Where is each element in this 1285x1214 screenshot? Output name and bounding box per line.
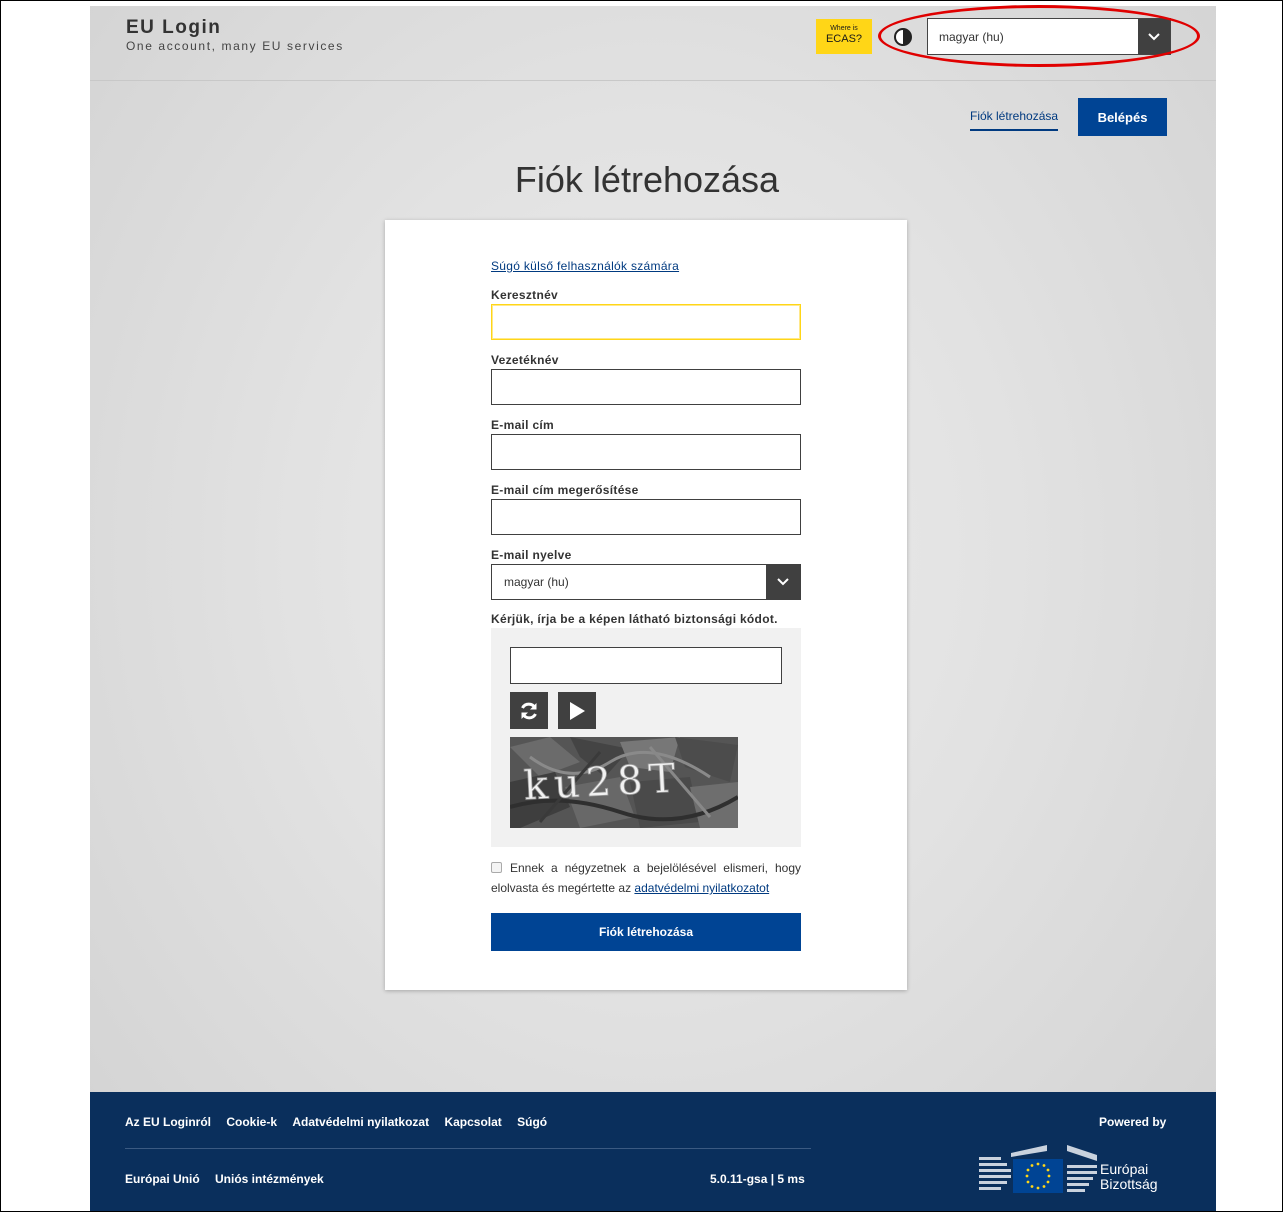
- email-language-select[interactable]: magyar (hu): [491, 564, 801, 600]
- last-name-label: Vezetéknév: [491, 353, 559, 367]
- registration-card: Súgó külső felhasználók számára Keresztn…: [385, 220, 907, 990]
- chevron-down-icon[interactable]: [1138, 19, 1170, 54]
- powered-by-label: Powered by: [1099, 1115, 1167, 1129]
- refresh-captcha-button[interactable]: [510, 692, 548, 729]
- footer-links-top: Az EU Loginról Cookie-k Adatvédelmi nyil…: [125, 1115, 559, 1129]
- ecas-small-text: Where is: [830, 25, 858, 32]
- footer-link-about[interactable]: Az EU Loginról: [125, 1115, 211, 1129]
- ec-name-line1: Európai: [1100, 1161, 1149, 1177]
- ec-name-line2: Bizottság: [1100, 1176, 1158, 1192]
- last-name-input[interactable]: [491, 369, 801, 405]
- footer-link-contact[interactable]: Kapcsolat: [444, 1115, 501, 1129]
- brand-subtitle: One account, many EU services: [126, 39, 344, 53]
- captcha-label: Kérjük, írja be a képen látható biztonsá…: [491, 612, 778, 626]
- site-footer: Az EU Loginról Cookie-k Adatvédelmi nyil…: [90, 1092, 1216, 1211]
- email-input[interactable]: [491, 434, 801, 470]
- captcha-panel: ku28T: [491, 628, 801, 847]
- nav-login-button[interactable]: Belépés: [1078, 98, 1167, 136]
- ec-name: Európai Bizottság: [1100, 1162, 1158, 1192]
- chevron-down-icon[interactable]: [766, 565, 800, 599]
- footer-link-cookies[interactable]: Cookie-k: [226, 1115, 277, 1129]
- where-is-ecas-button[interactable]: Where is ECAS?: [816, 19, 872, 54]
- captcha-text: ku28T: [523, 755, 683, 809]
- email-label: E-mail cím: [491, 418, 555, 432]
- privacy-consent: Ennek a négyzetnek a bejelölésével elism…: [491, 858, 801, 898]
- footer-link-help[interactable]: Súgó: [517, 1115, 547, 1129]
- footer-link-privacy[interactable]: Adatvédelmi nyilatkozat: [292, 1115, 429, 1129]
- first-name-input[interactable]: [491, 304, 801, 340]
- nav-create-account-link[interactable]: Fiók létrehozása: [970, 109, 1059, 131]
- brand[interactable]: EU Login One account, many EU services: [126, 17, 344, 53]
- create-account-button[interactable]: Fiók létrehozása: [491, 913, 801, 951]
- email-language-value: magyar (hu): [504, 575, 569, 589]
- page-title: Fiók létrehozása: [514, 159, 780, 200]
- privacy-statement-link[interactable]: adatvédelmi nyilatkozatot: [634, 881, 769, 895]
- contrast-toggle-icon[interactable]: [894, 28, 912, 46]
- ecas-big-text: ECAS?: [825, 33, 863, 45]
- captcha-input[interactable]: [510, 647, 782, 684]
- refresh-icon: [521, 702, 537, 719]
- brand-title: EU Login: [126, 17, 222, 38]
- email-language-label: E-mail nyelve: [491, 548, 572, 562]
- language-select-value: magyar (hu): [939, 30, 1004, 44]
- email-confirm-input[interactable]: [491, 499, 801, 535]
- footer-link-european-union[interactable]: Európai Unió: [125, 1172, 200, 1186]
- play-audio-captcha-button[interactable]: [558, 692, 596, 729]
- footer-links-bottom: Európai Unió Uniós intézmények: [125, 1172, 336, 1186]
- footer-link-eu-institutions[interactable]: Uniós intézmények: [215, 1172, 324, 1186]
- help-external-users-link[interactable]: Súgó külső felhasználók számára: [491, 259, 679, 273]
- language-select[interactable]: magyar (hu): [927, 18, 1171, 55]
- first-name-label: Keresztnév: [491, 288, 559, 302]
- privacy-consent-checkbox[interactable]: [491, 862, 502, 874]
- footer-divider: [125, 1148, 811, 1149]
- version-info: 5.0.11-gsa | 5 ms: [710, 1172, 805, 1186]
- play-icon: [570, 701, 585, 720]
- email-confirm-label: E-mail cím megerősítése: [491, 483, 639, 497]
- site-header: EU Login One account, many EU services W…: [90, 6, 1216, 81]
- captcha-image: ku28T: [510, 737, 738, 828]
- screenshot-frame: EU Login One account, many EU services W…: [0, 0, 1283, 1212]
- page: EU Login One account, many EU services W…: [90, 6, 1216, 1211]
